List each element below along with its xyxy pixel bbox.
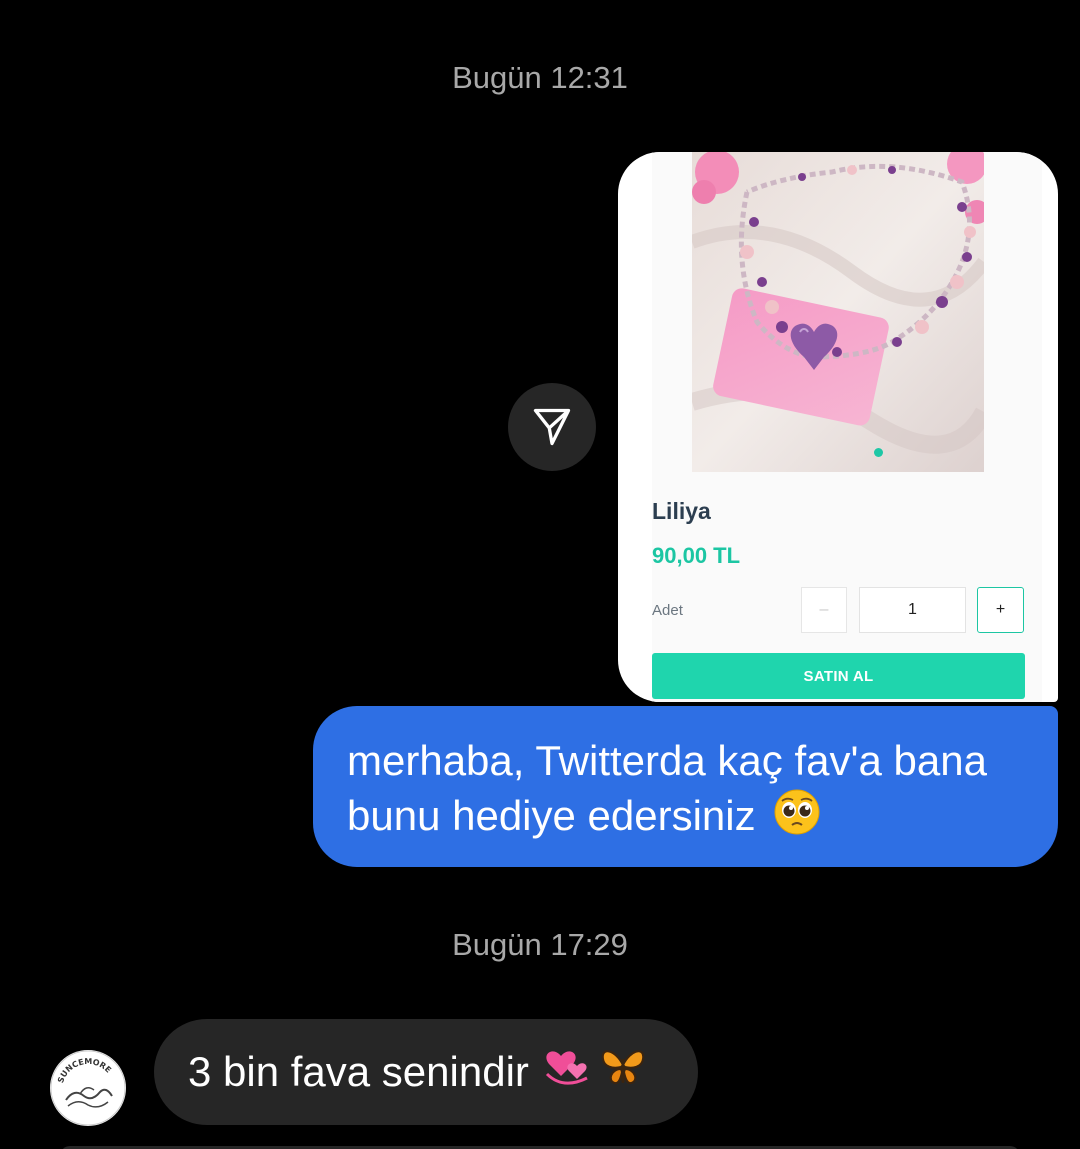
chat-screen: Bugün 12:31 Liliya 90,00 TL Adet – 1 + S… xyxy=(0,0,1080,1149)
product-price: 90,00 TL xyxy=(652,543,741,568)
share-button[interactable] xyxy=(508,383,596,471)
paper-plane-icon xyxy=(533,408,571,446)
necklace-photo xyxy=(692,152,984,472)
product-name: Liliya xyxy=(652,498,711,524)
quantity-increase-button[interactable]: + xyxy=(977,587,1024,633)
profile-logo: SUNCEMORE xyxy=(50,1050,126,1126)
outgoing-message-bubble[interactable]: merhaba, Twitterda kaç fav'a bana bunu h… xyxy=(313,706,1058,867)
product-photo[interactable] xyxy=(692,152,984,472)
avatar[interactable]: SUNCEMORE xyxy=(50,1050,126,1126)
revolving-hearts-emoji xyxy=(543,1044,593,1100)
product-card-content: Liliya 90,00 TL Adet – 1 + SATIN AL xyxy=(652,152,1042,702)
outgoing-message-text: merhaba, Twitterda kaç fav'a bana bunu h… xyxy=(347,737,987,839)
shared-product-card[interactable]: Liliya 90,00 TL Adet – 1 + SATIN AL xyxy=(618,152,1058,702)
buy-button[interactable]: SATIN AL xyxy=(652,653,1025,699)
quantity-input[interactable]: 1 xyxy=(859,587,966,633)
message-timestamp: Bugün 17:29 xyxy=(452,927,628,962)
quantity-decrease-button[interactable]: – xyxy=(801,587,847,633)
quantity-label: Adet xyxy=(652,602,683,619)
carousel-indicator-dot xyxy=(874,448,883,457)
message-timestamp: Bugün 12:31 xyxy=(452,60,628,95)
incoming-message-bubble[interactable]: 3 bin fava senindir xyxy=(154,1019,698,1125)
pleading-face-emoji xyxy=(773,788,821,849)
butterfly-emoji xyxy=(599,1045,647,1099)
incoming-message-text: 3 bin fava senindir xyxy=(188,1048,529,1095)
